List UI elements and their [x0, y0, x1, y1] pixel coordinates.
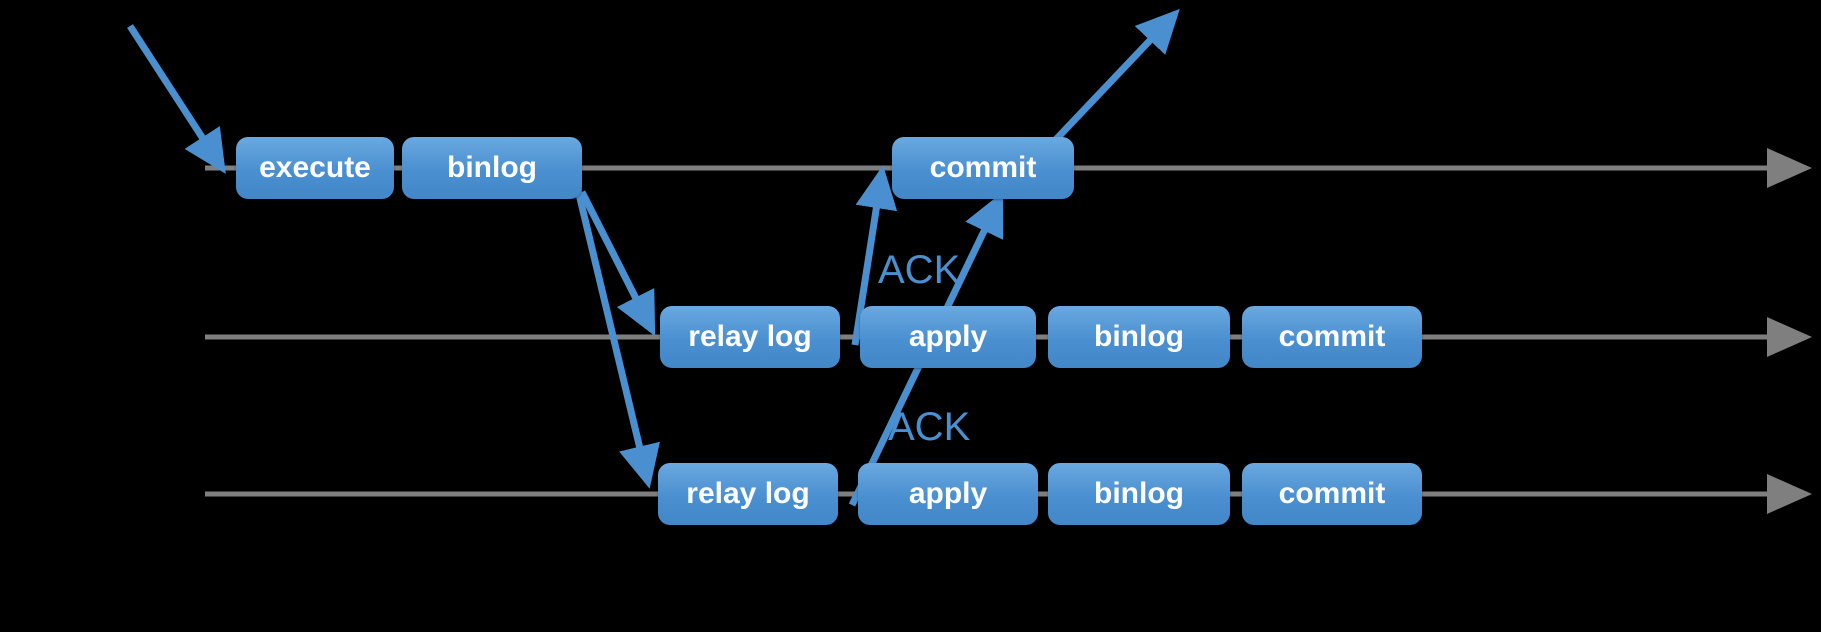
- node-master-binlog[interactable]: binlog: [402, 137, 582, 199]
- node-replica-2-binlog[interactable]: binlog: [1048, 463, 1230, 525]
- node-master-execute[interactable]: execute: [236, 137, 394, 199]
- node-master-commit[interactable]: commit: [892, 137, 1074, 199]
- replication-diagram: execute binlog commit relay log apply binlog c…: [0, 0, 1821, 632]
- node-replica-2-commit[interactable]: commit: [1242, 463, 1422, 525]
- arrow-inbound-request: [127, 24, 226, 174]
- node-replica-1-binlog[interactable]: binlog: [1048, 306, 1230, 368]
- node-replica-2-apply[interactable]: apply: [858, 463, 1038, 525]
- node-replica-1-relay-log[interactable]: relay log: [660, 306, 840, 368]
- node-replica-1-commit[interactable]: commit: [1242, 306, 1422, 368]
- ack-label-2: ACK: [888, 405, 971, 449]
- node-replica-1-apply[interactable]: apply: [860, 306, 1036, 368]
- node-replica-2-relay-log[interactable]: relay log: [658, 463, 838, 525]
- ack-label-1: ACK: [878, 248, 961, 292]
